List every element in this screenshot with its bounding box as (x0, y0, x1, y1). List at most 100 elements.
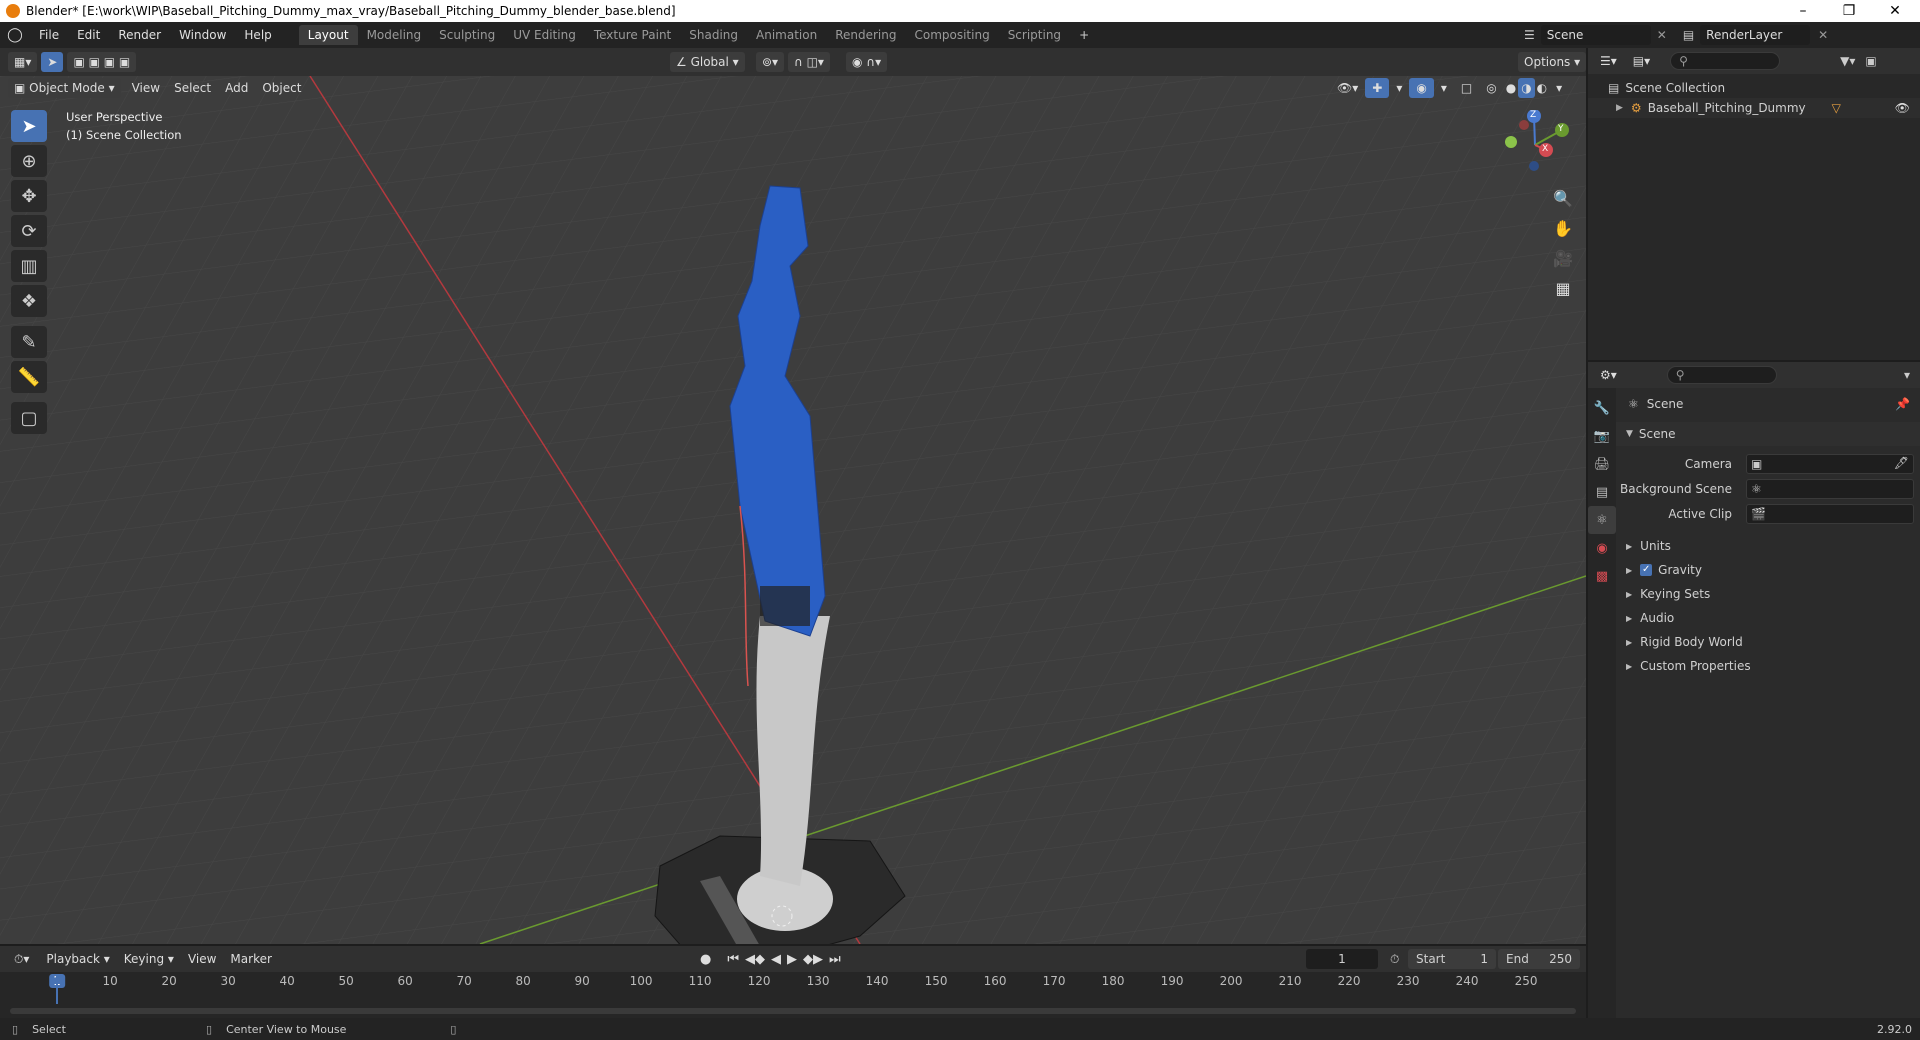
section-rigid-body-world[interactable]: ▶ Rigid Body World (1616, 630, 1920, 654)
timeline-menu-playback[interactable]: Playback ▾ (39, 949, 116, 969)
tab-layout[interactable]: Layout (298, 25, 358, 45)
rotate-tool-icon[interactable]: ⟳ (11, 215, 47, 247)
timeline-menu-keying[interactable]: Keying ▾ (117, 949, 181, 969)
restore-icon[interactable]: ❐ (1826, 0, 1872, 22)
add-workspace-icon[interactable]: + (1070, 25, 1098, 45)
scene-selector[interactable]: Scene (1540, 25, 1651, 45)
menu-window[interactable]: Window (170, 28, 235, 42)
menu-file[interactable]: File (30, 28, 68, 42)
tab-shading[interactable]: Shading (680, 25, 747, 45)
object-data-icon[interactable]: ▽ (1832, 101, 1841, 115)
section-custom-properties[interactable]: ▶ Custom Properties (1616, 654, 1920, 678)
render-layer-remove-icon[interactable]: ✕ (1818, 28, 1828, 42)
world-tab-icon[interactable]: ◉ (1588, 534, 1616, 562)
texture-tab-icon[interactable]: ▩ (1588, 562, 1616, 590)
visibility-icon[interactable]: 👁▾ (1330, 78, 1365, 98)
zoom-icon[interactable]: 🔍 (1548, 184, 1578, 212)
frame-ruler[interactable]: 1102030405060708090100110120130140150160… (0, 974, 1586, 992)
overlay-toggle-icon[interactable]: ◉ (1409, 78, 1434, 98)
new-collection-icon[interactable]: ▣ (1865, 54, 1876, 68)
scene-browse-icon[interactable]: ☰ (1524, 28, 1535, 42)
snap-icon[interactable]: ∩ ◫▾ (788, 52, 830, 72)
preview-range-icon[interactable]: ⏱ (1390, 952, 1399, 967)
properties-search-input[interactable]: ⚲ (1666, 366, 1777, 384)
menu-edit[interactable]: Edit (68, 28, 109, 42)
active-clip-field[interactable]: 🎬 (1746, 504, 1914, 524)
section-audio[interactable]: ▶ Audio (1616, 606, 1920, 630)
gizmo-dropdown-icon[interactable]: ▾ (1389, 78, 1409, 98)
start-frame-field[interactable]: Start 1 (1408, 949, 1496, 969)
camera-field[interactable]: ▣ 🖋 (1746, 454, 1914, 474)
proportional-edit-icon[interactable]: ◉ ∩▾ (846, 52, 888, 72)
tab-animation[interactable]: Animation (747, 25, 826, 45)
ortho-grid-icon[interactable]: ▦ (1548, 274, 1578, 302)
tool-tab-icon[interactable]: 🔧 (1588, 394, 1616, 422)
options-dropdown[interactable]: Options ▾ (1518, 52, 1587, 72)
current-frame-field[interactable]: 1 (1306, 949, 1378, 969)
pan-hand-icon[interactable]: ✋ (1548, 214, 1578, 242)
end-frame-field[interactable]: End 250 (1498, 949, 1580, 969)
output-tab-icon[interactable]: 🖨 (1588, 450, 1616, 478)
play-icon[interactable]: ▶ (787, 952, 797, 967)
tab-sculpting[interactable]: Sculpting (430, 25, 504, 45)
outliner-row-object[interactable]: ▶ ⚙ Baseball_Pitching_Dummy ▽ 👁 (1588, 98, 1920, 118)
eyedropper-icon[interactable]: 🖋 (1894, 456, 1909, 470)
outliner-row-scene-collection[interactable]: ▤ Scene Collection (1608, 78, 1725, 98)
measure-tool-icon[interactable]: 📏 (11, 361, 47, 393)
section-keying-sets[interactable]: ▶ Keying Sets (1616, 582, 1920, 606)
menu-help[interactable]: Help (235, 28, 280, 42)
overlay-dropdown-icon[interactable]: ▾ (1434, 78, 1454, 98)
move-tool-icon[interactable]: ✥ (11, 180, 47, 212)
record-icon[interactable]: ● (700, 952, 711, 967)
background-scene-field[interactable]: ⚛ (1746, 479, 1914, 499)
tab-texture-paint[interactable]: Texture Paint (585, 25, 680, 45)
timeline-scrollbar[interactable] (10, 1008, 1576, 1014)
transform-orientation-dropdown[interactable]: ∠ Global ▾ (670, 52, 745, 72)
view-layer-icon[interactable]: ▤ (1683, 28, 1694, 42)
properties-options-icon[interactable]: ▾ (1904, 368, 1910, 382)
material-shading-icon[interactable]: ◑ (1518, 78, 1535, 98)
jump-keyframe-forward-icon[interactable]: ◆▶ (803, 952, 823, 967)
playhead[interactable] (56, 974, 58, 1004)
scene-remove-icon[interactable]: ✕ (1657, 28, 1667, 42)
viewport-menu-add[interactable]: Add (218, 78, 255, 98)
camera-view-icon[interactable]: 🎥 (1548, 244, 1578, 272)
mode-dropdown[interactable]: ▣ Object Mode ▾ (8, 78, 121, 98)
section-units[interactable]: ▶ Units (1616, 534, 1920, 558)
section-gravity[interactable]: ▶ ✓ Gravity (1616, 558, 1920, 582)
timeline-menu-marker[interactable]: Marker (223, 949, 278, 969)
pivot-point-icon[interactable]: ⊚▾ (756, 52, 785, 72)
tab-scripting[interactable]: Scripting (999, 25, 1070, 45)
scene-tab-icon[interactable]: ⚛ (1588, 506, 1616, 534)
xray-icon[interactable]: □ (1454, 78, 1479, 98)
gizmo-toggle-icon[interactable]: ✚ (1365, 78, 1390, 98)
cursor-tool-icon[interactable]: ⊕ (11, 145, 47, 177)
outliner-editor-icon[interactable]: ☰▾ (1594, 51, 1623, 71)
scene-panel-header[interactable]: ▼ Scene (1616, 422, 1920, 446)
select-mode-icons[interactable]: ▣ ▣ ▣ ▣ (67, 52, 137, 72)
solid-shading-icon[interactable]: ● (1504, 78, 1518, 98)
tab-uv-editing[interactable]: UV Editing (504, 25, 585, 45)
add-cube-tool-icon[interactable]: ▢ (11, 402, 47, 434)
shading-dropdown-icon[interactable]: ▾ (1549, 78, 1569, 98)
timeline-editor-icon[interactable]: ⏱▾ (8, 949, 35, 969)
scale-tool-icon[interactable]: ▥ (11, 250, 47, 282)
transform-tool-icon[interactable]: ❖ (11, 285, 47, 317)
wireframe-shading-icon[interactable]: ◎ (1479, 78, 1503, 98)
render-layer-selector[interactable]: RenderLayer (1700, 25, 1811, 45)
3d-viewport[interactable]: User Perspective (1) Scene Collection Z … (0, 76, 1586, 944)
blender-menu-icon[interactable]: ◯ (0, 27, 30, 43)
jump-end-icon[interactable]: ⏭ (829, 952, 841, 967)
render-tab-icon[interactable]: 📷 (1588, 422, 1616, 450)
viewport-menu-view[interactable]: View (125, 78, 167, 98)
visibility-eye-icon[interactable]: 👁 (1895, 101, 1910, 115)
display-mode-icon[interactable]: ▤▾ (1627, 51, 1656, 71)
filter-icon[interactable]: ▼▾ (1840, 54, 1855, 68)
view-layer-tab-icon[interactable]: ▤ (1588, 478, 1616, 506)
tab-rendering[interactable]: Rendering (826, 25, 905, 45)
navigation-gizmo[interactable]: Z Y X (1500, 109, 1570, 180)
gravity-checkbox[interactable]: ✓ (1640, 564, 1653, 576)
jump-start-icon[interactable]: ⏮ (727, 952, 739, 967)
rendered-shading-icon[interactable]: ◐ (1535, 78, 1549, 98)
outliner-search-input[interactable]: ⚲ (1670, 52, 1781, 70)
